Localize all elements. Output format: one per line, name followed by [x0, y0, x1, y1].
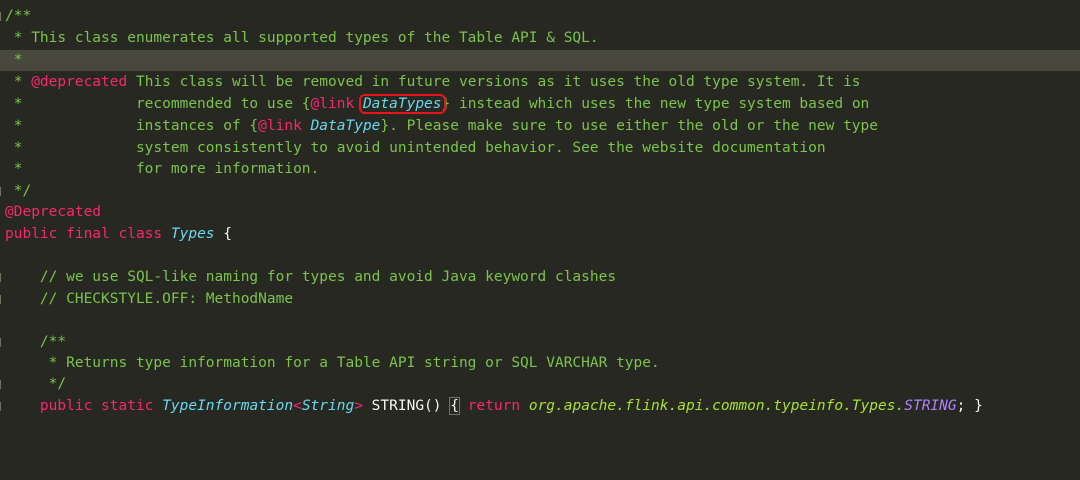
close-brace: } [965, 398, 983, 414]
datatypes-link-highlighted[interactable]: DataTypes [358, 94, 446, 114]
javadoc-text: * This class enumerates all supported ty… [5, 30, 599, 46]
deprecated-annotation: @Deprecated [5, 204, 102, 220]
code-line-16: /** [0, 332, 1080, 353]
javadoc-text: * [5, 52, 23, 68]
javadoc-close: */ [5, 376, 67, 392]
code-line-13: // we use SQL-like naming for types and … [0, 267, 1080, 288]
code-line-3-current: * [0, 50, 1080, 71]
javadoc-space [302, 118, 311, 134]
javadoc-text: * instances of { [5, 118, 259, 134]
code-line-9: */ [0, 181, 1080, 202]
code-line-11: public final class Types { [0, 224, 1080, 245]
code-line-18: */ [0, 374, 1080, 395]
line-comment: // we use SQL-like naming for types and … [5, 269, 617, 285]
code-line-8: * for more information. [0, 159, 1080, 180]
class-keywords: public final class [5, 226, 171, 242]
javadoc-deprecated-tag: @deprecated [31, 74, 128, 90]
javadoc-text: } instead which uses the new type system… [441, 96, 870, 112]
javadoc-text: * for more information. [5, 161, 320, 177]
javadoc-star: * [5, 74, 32, 90]
javadoc-text: * Returns type information for a Table A… [5, 355, 660, 371]
string-constant[interactable]: STRING [904, 398, 956, 414]
code-line-4: * @deprecated This class will be removed… [0, 72, 1080, 93]
open-brace: { [449, 397, 460, 415]
line-comment: // CHECKSTYLE.OFF: MethodName [5, 291, 294, 307]
method-name[interactable]: STRING() [363, 398, 450, 414]
javadoc-link-tag: @link [258, 118, 302, 134]
generic-close: > [354, 398, 363, 414]
javadoc-link-tag: @link [310, 96, 355, 112]
javadoc-text: * recommended to use { [5, 96, 311, 112]
datatype-link[interactable]: DataType [311, 118, 381, 134]
method-modifiers: public static [39, 398, 163, 414]
code-line-2: * This class enumerates all supported ty… [0, 28, 1080, 49]
generic-open: < [293, 398, 302, 414]
qualified-name[interactable]: org.apache.flink.api.common.typeinfo.Typ… [529, 398, 904, 414]
code-line-7: * system consistently to avoid unintende… [0, 138, 1080, 159]
return-keyword: return [459, 398, 529, 414]
code-line-14: // CHECKSTYLE.OFF: MethodName [0, 289, 1080, 310]
generic-type[interactable]: String [302, 398, 354, 414]
code-line-19: public static TypeInformation<String> ST… [0, 396, 1080, 417]
javadoc-open: /** [5, 334, 67, 350]
javadoc-text: This class will be removed in future ver… [127, 74, 861, 90]
javadoc-open: /** [5, 8, 32, 24]
code-line-6: * instances of {@link DataType}. Please … [0, 116, 1080, 137]
javadoc-text: * system consistently to avoid unintende… [5, 140, 826, 156]
javadoc-text: }. Please make sure to use either the ol… [380, 118, 879, 134]
return-type[interactable]: TypeInformation [162, 398, 293, 414]
code-editor[interactable]: /** * This class enumerates all supporte… [0, 0, 1080, 437]
code-line-5: * recommended to use {@link DataTypes} i… [0, 94, 1080, 115]
code-line-10: @Deprecated [0, 202, 1080, 223]
javadoc-close: */ [5, 183, 32, 199]
code-line-17: * Returns type information for a Table A… [0, 353, 1080, 374]
class-name[interactable]: Types [171, 226, 215, 242]
code-line-1: /** [0, 6, 1080, 27]
open-brace: { [214, 226, 232, 242]
